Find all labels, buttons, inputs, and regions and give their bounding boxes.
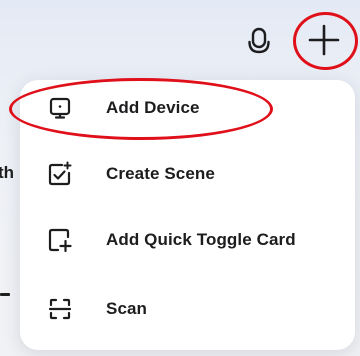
- add-menu: Add Device Create Scene Add Quick Toggle…: [20, 80, 355, 350]
- menu-item-scan[interactable]: Scan: [20, 281, 355, 337]
- menu-item-label: Scan: [106, 299, 148, 318]
- menu-item-label: Create Scene: [106, 164, 215, 183]
- menu-item-label: Add Quick Toggle Card: [106, 230, 296, 249]
- background-divider: [0, 293, 10, 296]
- device-icon: [46, 94, 74, 122]
- menu-item-label: Add Device: [106, 98, 200, 117]
- scan-icon: [46, 295, 74, 323]
- menu-item-create-scene[interactable]: Create Scene: [20, 146, 355, 202]
- add-card-icon: [46, 226, 74, 254]
- menu-item-add-device[interactable]: Add Device: [20, 80, 355, 136]
- plus-icon[interactable]: [306, 22, 342, 58]
- scene-check-icon: [46, 160, 74, 188]
- background-peek-text: th: [0, 163, 15, 182]
- menu-item-add-quick-toggle-card[interactable]: Add Quick Toggle Card: [20, 212, 355, 268]
- microphone-icon[interactable]: [247, 27, 271, 57]
